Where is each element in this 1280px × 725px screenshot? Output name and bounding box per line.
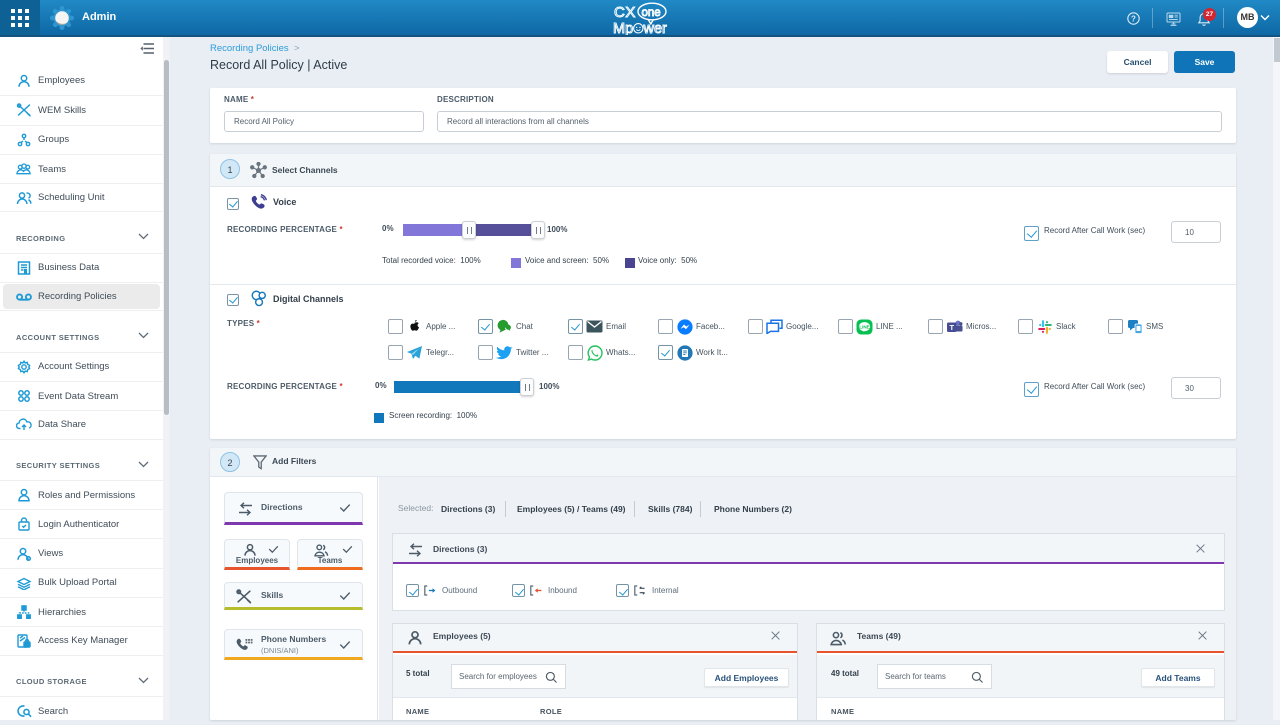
svg-text:Mp: Mp [613,21,633,35]
svg-text:LINE: LINE [859,324,869,329]
svg-text:CX: CX [614,4,636,21]
svg-text:T: T [949,322,954,331]
svg-text:?: ? [1131,15,1136,24]
svg-text:wer: wer [643,21,668,35]
svg-text:one: one [642,7,661,19]
